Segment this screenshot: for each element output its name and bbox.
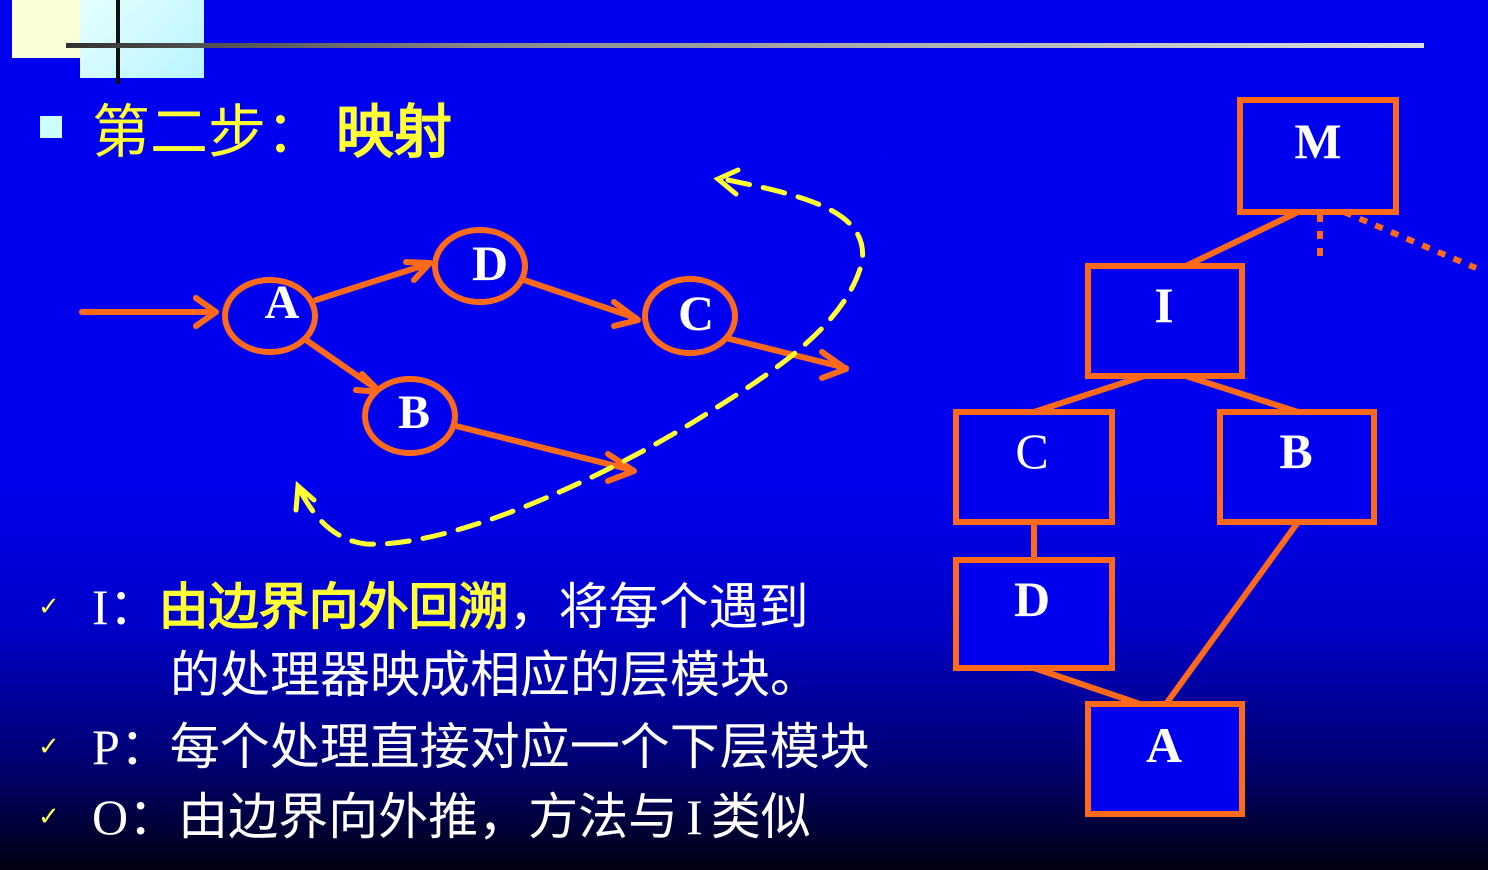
bullet-i-key: I bbox=[92, 579, 109, 635]
flow-node-c: C bbox=[642, 276, 738, 356]
check-icon: ✓ bbox=[38, 592, 60, 622]
bullet-i-continuation: 的处理器映成相应的层模块。 bbox=[170, 646, 820, 704]
tree-node-i: I bbox=[1085, 263, 1245, 379]
tree-edge-i-b bbox=[1185, 373, 1299, 415]
bullet-o-text-after: 类似 bbox=[710, 788, 811, 846]
tree-node-i-label: I bbox=[1154, 277, 1173, 333]
flow-arrow-d-c bbox=[521, 277, 641, 329]
bullet-i-rest: ，将每个遇到 bbox=[508, 578, 809, 636]
flow-arrow-entry bbox=[79, 295, 219, 329]
flow-arrow-a-b bbox=[303, 337, 383, 395]
tree-edge-m-i bbox=[1184, 209, 1300, 269]
tree-node-b: B bbox=[1217, 409, 1377, 525]
tree-edge-i-c bbox=[1033, 373, 1145, 415]
flow-node-d-label: D bbox=[472, 235, 508, 291]
bullet-o-text-before: ：由边界向外推，方法与 bbox=[128, 788, 679, 846]
flow-arrow-a-d bbox=[313, 259, 433, 303]
bullet-o-key: O bbox=[92, 789, 129, 845]
flow-node-b-label: B bbox=[398, 386, 430, 439]
tree-node-c-label: C bbox=[1015, 423, 1048, 479]
tree-node-m: M bbox=[1237, 97, 1399, 215]
bullet-o: ✓ O ：由边界向外推，方法与 I 类似 bbox=[38, 792, 811, 842]
tree-node-d-label: D bbox=[1014, 571, 1050, 627]
mapping-dashed-curve bbox=[297, 177, 866, 547]
flow-node-a-label: A bbox=[265, 276, 300, 329]
bullet-p-text: ：每个处理直接对应一个下层模块 bbox=[119, 718, 870, 776]
tree-node-c: C bbox=[953, 409, 1115, 525]
flow-node-a: A bbox=[222, 276, 318, 355]
tree-node-a-label: A bbox=[1146, 717, 1182, 773]
flow-arrow-b-out bbox=[453, 423, 637, 484]
tree-node-d: D bbox=[953, 557, 1115, 671]
tree-edge-d-a bbox=[1033, 665, 1141, 707]
check-icon: ✓ bbox=[38, 802, 60, 832]
flow-node-b: B bbox=[362, 376, 458, 456]
flow-node-c-label: C bbox=[678, 285, 714, 341]
check-icon: ✓ bbox=[38, 732, 60, 762]
tree-dotted-edges bbox=[1317, 209, 1478, 271]
bullet-i-emphasis: 由边界向外回溯 bbox=[158, 578, 509, 636]
tree-edge-m-dotted-right bbox=[1342, 209, 1478, 271]
tree-node-m-label: M bbox=[1294, 113, 1341, 169]
bullet-p-key: P bbox=[92, 719, 120, 775]
bullet-i-colon: ： bbox=[108, 578, 159, 636]
tree-edge-b-a bbox=[1163, 520, 1301, 706]
tree-node-b-label: B bbox=[1279, 423, 1312, 479]
tree-node-a: A bbox=[1085, 701, 1245, 817]
bullet-o-key-ref: I bbox=[686, 789, 703, 845]
bullet-i: ✓ I ： 由边界向外回溯 ，将每个遇到 bbox=[38, 582, 809, 632]
flow-node-d: D bbox=[432, 227, 528, 305]
bullet-p: ✓ P ：每个处理直接对应一个下层模块 bbox=[38, 722, 870, 772]
